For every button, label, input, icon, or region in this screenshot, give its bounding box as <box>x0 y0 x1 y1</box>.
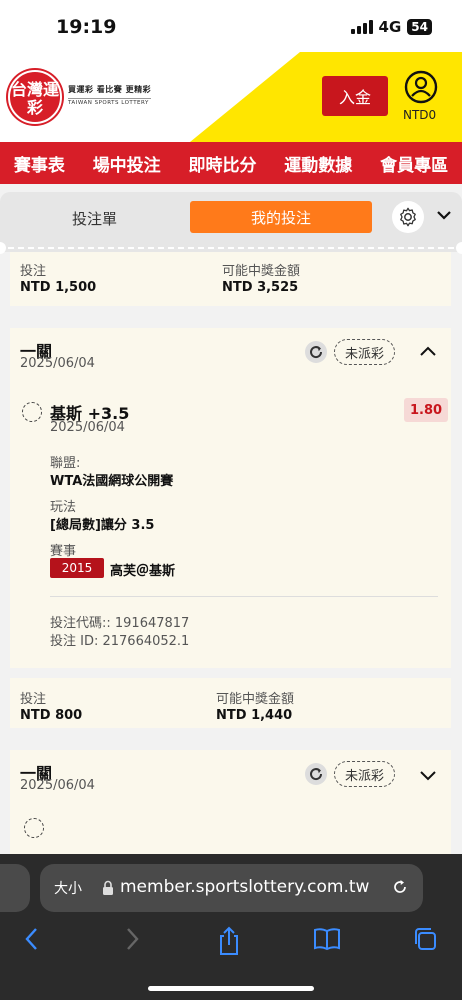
status-badge: 未派彩 <box>334 339 396 365</box>
tab-betslip[interactable]: 投注單 <box>72 208 117 229</box>
nav-sports-data[interactable]: 運動數據 <box>284 151 352 176</box>
user-icon[interactable] <box>404 70 438 104</box>
text-size-button[interactable]: 大小 <box>54 878 82 898</box>
divider <box>50 596 438 597</box>
logo-english: TAIWAN SPORTS LOTTERY <box>68 98 152 106</box>
chevron-down-icon[interactable] <box>418 768 438 782</box>
gear-icon <box>400 207 416 227</box>
bet-card: 一關 2025/06/04 未派彩 基斯 +3.5 2025/06/04 1.8… <box>10 328 451 728</box>
event-code-badge: 2015 <box>50 558 104 578</box>
stake-label: 投注 <box>20 692 47 707</box>
bet-summary: 投注 NTD 800 可能中獎金額 NTD 1,440 <box>10 668 451 728</box>
balance: NTD0 <box>403 108 437 122</box>
selection-date: 2025/06/04 <box>50 420 125 435</box>
bet-date: 2025/06/04 <box>20 356 95 371</box>
refresh-icon <box>310 346 323 359</box>
odds-badge: 1.80 <box>404 398 449 422</box>
stake-label: 投注 <box>20 264 47 279</box>
logo-mark: 台灣運彩 <box>10 80 59 117</box>
tabs-icon[interactable] <box>412 926 438 952</box>
previous-tab-pill[interactable] <box>0 864 30 912</box>
league-value: WTA法國網球公開賽 <box>50 474 174 489</box>
main-nav: 賽事表 場中投注 即時比分 運動數據 會員專區 <box>0 142 462 184</box>
refresh-button[interactable] <box>305 763 327 785</box>
selection-status-icon <box>24 818 44 838</box>
tear-divider <box>0 242 462 254</box>
bet-code: 投注代碼:: 191647817 <box>50 616 190 631</box>
clock: 19:19 <box>56 16 117 38</box>
league-label: 聯盟: <box>50 456 81 471</box>
bet-date: 2025/06/04 <box>20 778 95 793</box>
payout-value: NTD 3,525 <box>222 280 299 295</box>
nav-member[interactable]: 會員專區 <box>380 151 448 176</box>
url-text: member.sportslottery.com.tw <box>120 877 370 897</box>
browser-toolbar: 大小 member.sportslottery.com.tw <box>0 854 462 1000</box>
nav-live-scores[interactable]: 即時比分 <box>188 151 256 176</box>
nav-live-betting[interactable]: 場中投注 <box>93 151 161 176</box>
status-bar: 19:19 4G 54 <box>0 0 462 52</box>
deposit-button[interactable]: 入金 <box>322 76 388 116</box>
battery-icon: 54 <box>407 19 432 35</box>
event-label: 賽事 <box>50 544 77 559</box>
share-icon[interactable] <box>216 926 242 956</box>
bookmarks-icon[interactable] <box>312 926 342 952</box>
bet-tabs: 投注單 我的投注 <box>0 192 462 244</box>
market-label: 玩法 <box>50 500 77 515</box>
network-type: 4G <box>378 18 402 36</box>
payout-value: NTD 1,440 <box>216 708 293 723</box>
site-header: 台灣運彩 買運彩 看比賽 更精彩 TAIWAN SPORTS LOTTERY 入… <box>0 52 462 142</box>
home-indicator <box>148 986 314 991</box>
address-bar[interactable]: 大小 member.sportslottery.com.tw <box>40 864 423 912</box>
refresh-button[interactable] <box>305 341 327 363</box>
reload-icon[interactable] <box>390 877 410 897</box>
nav-schedule[interactable]: 賽事表 <box>14 151 65 176</box>
back-icon[interactable] <box>22 926 42 952</box>
payout-label: 可能中獎金額 <box>216 692 295 707</box>
bet-card: 一關 2025/06/04 未派彩 <box>10 750 451 860</box>
chevron-down-icon[interactable] <box>436 208 452 222</box>
settings-button[interactable] <box>392 201 424 233</box>
stake-value: NTD 800 <box>20 708 83 723</box>
signal-icon <box>350 20 373 34</box>
refresh-icon <box>310 768 323 781</box>
stake-value: NTD 1,500 <box>20 280 97 295</box>
logo[interactable]: 台灣運彩 <box>8 70 62 124</box>
logo-tagline: 買運彩 看比賽 更精彩 <box>68 85 152 94</box>
forward-icon[interactable] <box>122 926 142 952</box>
bet-summary-previous: 投注 NTD 1,500 可能中獎金額 NTD 3,525 <box>10 252 451 306</box>
market-value: [總局數]讓分 3.5 <box>50 518 155 533</box>
bet-id: 投注 ID: 217664052.1 <box>50 634 190 649</box>
event-name: 高芙＠基斯 <box>110 564 176 579</box>
payout-label: 可能中獎金額 <box>222 264 301 279</box>
chevron-up-icon[interactable] <box>418 344 438 358</box>
tab-my-bets[interactable]: 我的投注 <box>190 201 372 233</box>
selection-status-icon <box>22 402 42 422</box>
status-badge: 未派彩 <box>334 761 396 787</box>
lock-icon <box>103 880 113 895</box>
